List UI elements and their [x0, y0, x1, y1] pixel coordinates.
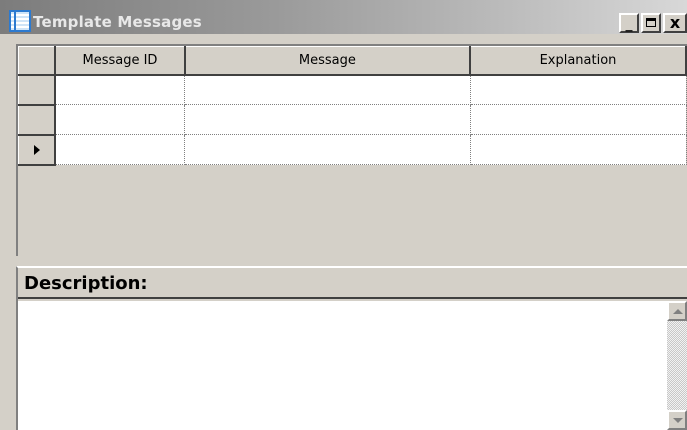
- row-selector[interactable]: [18, 74, 57, 106]
- description-text-area[interactable]: [18, 301, 687, 430]
- scroll-up-button[interactable]: [667, 301, 687, 321]
- table-row[interactable]: [18, 74, 687, 106]
- message-id-cell[interactable]: [55, 104, 186, 135]
- close-button[interactable]: x: [663, 13, 687, 33]
- message-cell[interactable]: [184, 134, 471, 165]
- description-label-bar: Description:: [18, 268, 687, 299]
- current-row-arrow-icon: [34, 144, 40, 155]
- table-row[interactable]: [18, 104, 687, 136]
- description-scrollbar[interactable]: [667, 301, 687, 430]
- template-messages-window: Template Messages _ x Message ID Message…: [0, 0, 687, 430]
- messages-grid[interactable]: Message ID Message Explanation: [16, 44, 687, 256]
- description-label: Description:: [24, 273, 148, 294]
- explanation-cell[interactable]: [470, 74, 687, 105]
- message-id-cell[interactable]: [55, 74, 186, 105]
- row-selector[interactable]: [18, 104, 57, 136]
- app-grid-icon: [9, 10, 31, 32]
- explanation-cell[interactable]: [470, 134, 687, 165]
- title-bar[interactable]: Template Messages _ x: [0, 0, 687, 36]
- message-cell[interactable]: [184, 74, 471, 105]
- description-panel: Description:: [16, 266, 687, 430]
- header-row: Message ID Message Explanation: [18, 46, 687, 76]
- message-id-cell[interactable]: [55, 134, 186, 165]
- message-cell[interactable]: [184, 104, 471, 135]
- row-selector-current[interactable]: [18, 134, 57, 166]
- table-row-current[interactable]: [18, 134, 687, 166]
- column-header-explanation[interactable]: Explanation: [469, 46, 687, 76]
- close-icon: x: [669, 13, 681, 32]
- window-title: Template Messages: [33, 13, 202, 31]
- scroll-up-icon: [673, 309, 683, 314]
- scroll-down-icon: [673, 418, 683, 423]
- column-header-message-id[interactable]: Message ID: [54, 46, 186, 76]
- maximize-button[interactable]: [641, 13, 661, 33]
- minimize-button[interactable]: _: [619, 13, 639, 33]
- messages-table: Message ID Message Explanation: [18, 46, 687, 166]
- corner-header[interactable]: [18, 46, 57, 76]
- maximize-icon: [646, 18, 656, 27]
- explanation-cell[interactable]: [470, 104, 687, 135]
- scroll-down-button[interactable]: [667, 410, 687, 430]
- column-header-message[interactable]: Message: [184, 46, 472, 76]
- minimize-icon: _: [625, 16, 633, 32]
